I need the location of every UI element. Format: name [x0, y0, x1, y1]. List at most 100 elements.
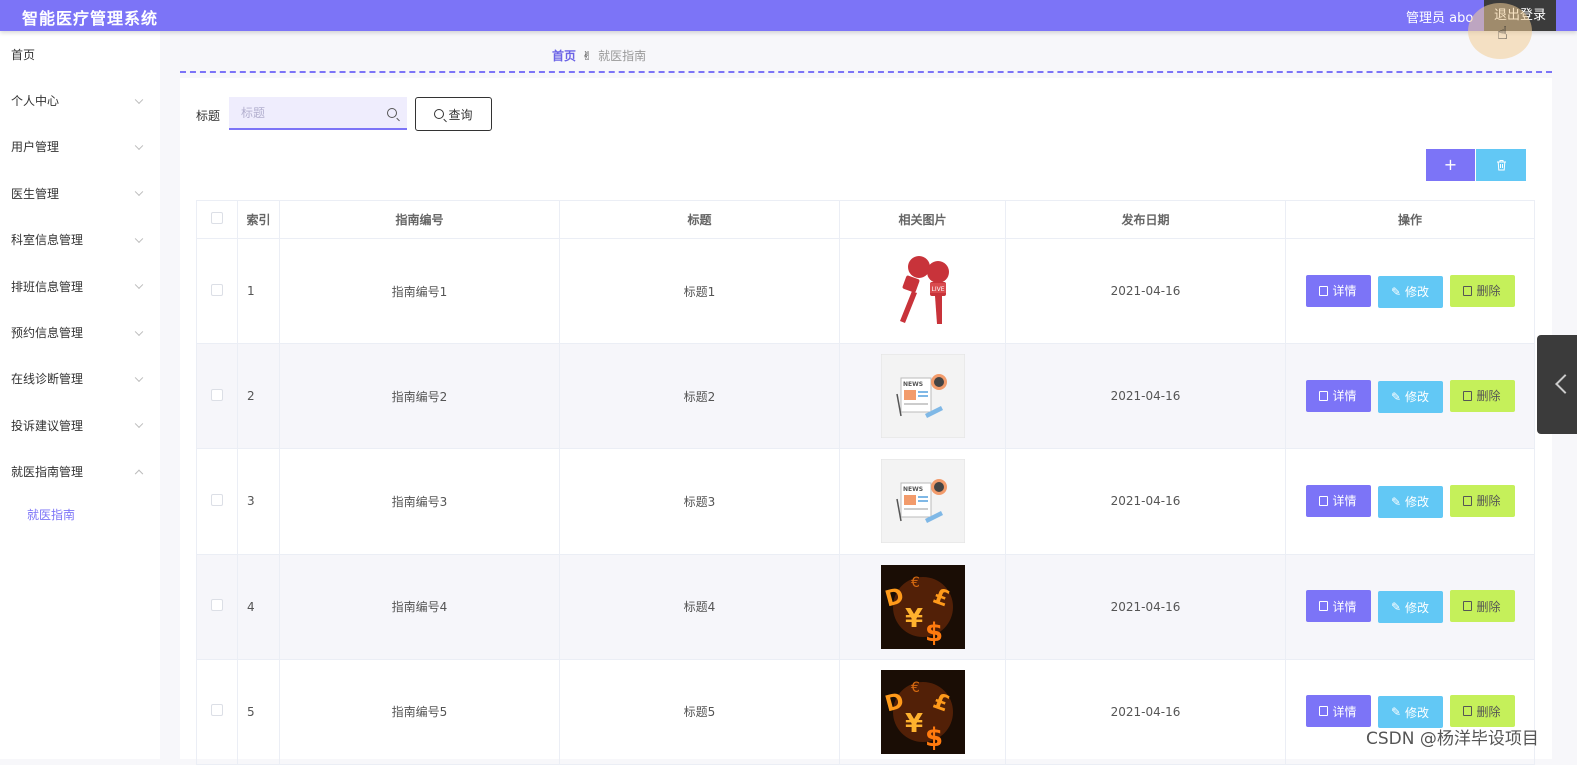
- detail-button[interactable]: 详情: [1305, 484, 1371, 517]
- delete-button[interactable]: 删除: [1449, 590, 1515, 623]
- sidebar-item-profile[interactable]: 个人中心: [0, 77, 160, 123]
- pencil-icon: ✎: [1390, 494, 1402, 509]
- chevron-down-icon: [134, 280, 144, 290]
- sidebar-item-home[interactable]: 首页: [0, 31, 160, 77]
- table-row: 3 指南编号3 标题3 NEWS 2021-04-16 详情 ✎ 修改 删除: [196, 448, 1535, 555]
- row-date: 2021-04-16: [1005, 343, 1286, 450]
- row-date: 2021-04-16: [1005, 448, 1286, 555]
- search-input[interactable]: [229, 97, 379, 128]
- row-title: 标题5: [559, 658, 840, 765]
- table-row: 4 指南编号4 标题4 D ¥ $ £ € 2021-04-16 详情 ✎ 修改 删除: [196, 553, 1535, 660]
- sidebar-item-appointments[interactable]: 预约信息管理: [0, 309, 160, 355]
- edit-label: 修改: [1405, 600, 1430, 615]
- delete-button[interactable]: 删除: [1449, 274, 1515, 307]
- chevron-down-icon: [134, 187, 144, 197]
- guide-table: 索引 指南编号 标题 相关图片 发布日期 操作 1 指南编号1 标题1 LIVE…: [196, 200, 1535, 765]
- trash-icon: [1463, 706, 1473, 717]
- edit-label: 修改: [1405, 705, 1430, 720]
- row-title: 标题3: [559, 448, 840, 555]
- currency-neon-image: D ¥ $ £ €: [880, 564, 965, 649]
- row-actions: 详情 ✎ 修改 删除: [1285, 553, 1535, 660]
- top-bar: 智能医疗管理系统 管理员 abo 退出登录: [0, 0, 1577, 31]
- chevron-up-icon: [134, 469, 144, 478]
- delete-button[interactable]: 删除: [1449, 379, 1515, 412]
- search-icon: [387, 108, 397, 118]
- row-date: 2021-04-16: [1005, 553, 1286, 660]
- trash-icon: [1463, 390, 1473, 401]
- sidebar-item-complaints[interactable]: 投诉建议管理: [0, 402, 160, 448]
- row-image-cell: NEWS: [839, 343, 1006, 450]
- detail-button[interactable]: 详情: [1305, 379, 1371, 412]
- document-icon: [1319, 601, 1329, 612]
- edit-button[interactable]: ✎ 修改: [1377, 485, 1443, 518]
- sidebar-item-users[interactable]: 用户管理: [0, 124, 160, 170]
- row-title: 标题2: [559, 343, 840, 450]
- detail-label: 详情: [1332, 494, 1357, 509]
- row-checkbox[interactable]: [211, 704, 223, 717]
- search-field: [229, 97, 407, 130]
- row-actions: 详情 ✎ 修改 删除: [1285, 343, 1535, 450]
- sidebar-item-diagnosis[interactable]: 在线诊断管理: [0, 356, 160, 402]
- svg-text:$: $: [925, 723, 943, 753]
- delete-label: 删除: [1476, 494, 1501, 509]
- svg-text:$: $: [925, 618, 943, 648]
- pencil-icon: ✎: [1390, 600, 1402, 615]
- trash-icon: [1463, 495, 1473, 506]
- edit-button[interactable]: ✎ 修改: [1377, 275, 1443, 308]
- delete-button[interactable]: 删除: [1449, 484, 1515, 517]
- sidebar-item-guides[interactable]: 就医指南管理: [0, 449, 160, 495]
- current-user: 管理员 abo: [1406, 11, 1474, 26]
- delete-button[interactable]: 删除: [1449, 695, 1515, 728]
- batch-delete-button[interactable]: [1476, 149, 1526, 181]
- chevron-down-icon: [134, 95, 144, 104]
- row-code: 指南编号5: [279, 658, 560, 765]
- row-date: 2021-04-16: [1005, 658, 1286, 765]
- row-actions: 详情 ✎ 修改 删除: [1285, 448, 1535, 555]
- sidebar-item-doctors[interactable]: 医生管理: [0, 170, 160, 216]
- table-header-row: 索引 指南编号 标题 相关图片 发布日期 操作: [196, 200, 1535, 239]
- row-title: 标题4: [559, 553, 840, 660]
- row-code: 指南编号1: [279, 237, 560, 345]
- column-header-image: 相关图片: [839, 200, 1006, 239]
- collapse-panel-tab[interactable]: [1537, 335, 1577, 434]
- detail-label: 详情: [1332, 389, 1357, 404]
- column-header-title: 标题: [559, 200, 840, 239]
- svg-text:€: €: [911, 575, 920, 591]
- row-title: 标题1: [559, 237, 840, 345]
- detail-label: 详情: [1332, 599, 1357, 614]
- query-button[interactable]: 查询: [415, 97, 492, 131]
- breadcrumb-current: 就医指南: [598, 49, 647, 63]
- hand-cursor-icon: ☝: [1497, 23, 1508, 44]
- logout-button[interactable]: 退出登录: [1484, 0, 1556, 31]
- detail-button[interactable]: 详情: [1305, 695, 1371, 728]
- detail-label: 详情: [1332, 704, 1357, 719]
- breadcrumb-home[interactable]: 首页: [552, 47, 576, 64]
- row-checkbox[interactable]: [211, 599, 223, 612]
- sidebar-subitem-guide[interactable]: 就医指南: [0, 495, 160, 535]
- row-image-cell: D ¥ $ £ €: [839, 658, 1006, 765]
- row-image-cell: NEWS: [839, 448, 1006, 555]
- row-index: 2: [237, 343, 280, 450]
- row-image-cell: D ¥ $ £ €: [839, 553, 1006, 660]
- row-checkbox[interactable]: [211, 493, 223, 506]
- edit-button[interactable]: ✎ 修改: [1377, 591, 1443, 624]
- column-header-date: 发布日期: [1005, 200, 1286, 239]
- add-button[interactable]: +: [1426, 149, 1475, 181]
- detail-button[interactable]: 详情: [1305, 274, 1371, 307]
- sidebar-item-departments[interactable]: 科室信息管理: [0, 217, 160, 263]
- detail-button[interactable]: 详情: [1305, 590, 1371, 623]
- row-checkbox[interactable]: [211, 283, 223, 296]
- svg-text:LIVE: LIVE: [931, 286, 944, 293]
- select-all-checkbox[interactable]: [211, 212, 223, 224]
- sidebar-item-label: 医生管理: [11, 186, 60, 201]
- chevron-down-icon: [134, 419, 144, 429]
- edit-button[interactable]: ✎ 修改: [1377, 380, 1443, 413]
- row-checkbox[interactable]: [211, 388, 223, 401]
- svg-text:NEWS: NEWS: [903, 486, 923, 493]
- sidebar-item-label: 首页: [11, 47, 36, 62]
- delete-label: 删除: [1476, 284, 1501, 299]
- sidebar-item-schedules[interactable]: 排班信息管理: [0, 263, 160, 309]
- chevron-down-icon: [134, 373, 144, 382]
- trash-icon: [1496, 160, 1506, 171]
- news-paper-icon: NEWS: [880, 354, 965, 439]
